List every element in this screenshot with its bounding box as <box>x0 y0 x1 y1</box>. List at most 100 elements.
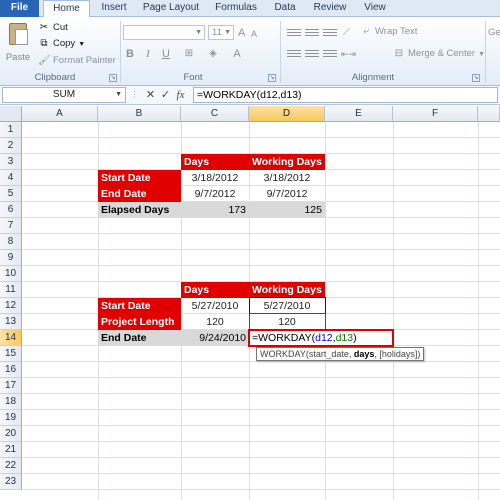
reference-range-d13 <box>249 313 326 330</box>
column-header-c[interactable]: C <box>181 106 249 122</box>
cell-c5[interactable]: 9/7/2012 <box>181 186 249 202</box>
column-header-e[interactable]: E <box>325 106 393 122</box>
row-header[interactable]: 12 <box>0 298 22 314</box>
enter-icon[interactable]: ✓ <box>159 88 172 102</box>
merge-center-button[interactable]: ⊟ Merge & Center ▼ <box>393 47 485 61</box>
row-header[interactable]: 10 <box>0 266 22 282</box>
cell-d3[interactable]: Working Days <box>249 154 325 170</box>
row-header[interactable]: 13 <box>0 314 22 330</box>
cell-d6[interactable]: 125 <box>249 202 325 218</box>
formula-input[interactable]: =WORKDAY(d12,d13) <box>193 87 498 103</box>
gridline <box>22 137 500 138</box>
italic-button[interactable]: I <box>141 47 155 61</box>
number-format-box[interactable]: Ge <box>488 26 500 40</box>
alignment-launcher-icon[interactable]: ↘ <box>472 74 480 82</box>
font-color-icon[interactable]: A <box>230 47 244 61</box>
cut-button[interactable]: ✂ Cut <box>38 21 68 35</box>
row-header[interactable]: 4 <box>0 170 22 186</box>
cell-b13[interactable]: Project Length <box>98 314 181 330</box>
cell-d4[interactable]: 3/18/2012 <box>249 170 325 186</box>
font-size-box[interactable]: 11 ▼ <box>208 25 234 40</box>
row-header[interactable]: 18 <box>0 394 22 410</box>
copy-button[interactable]: ⧉ Copy ▼ <box>38 37 85 51</box>
insert-function-icon[interactable]: fx <box>174 88 187 102</box>
underline-button[interactable]: U <box>159 47 173 61</box>
font-name-box[interactable]: ▼ <box>123 25 205 40</box>
row-header[interactable]: 23 <box>0 474 22 490</box>
cell-b6[interactable]: Elapsed Days <box>98 202 181 218</box>
cell-c6[interactable]: 173 <box>181 202 249 218</box>
cell-c14[interactable]: 9/24/2010 <box>181 330 249 346</box>
row-header[interactable]: 21 <box>0 442 22 458</box>
align-middle-icon[interactable] <box>305 27 319 39</box>
column-header-b[interactable]: B <box>98 106 181 122</box>
clipboard-launcher-icon[interactable]: ↘ <box>109 74 117 82</box>
align-top-icon[interactable] <box>287 27 301 39</box>
row-header[interactable]: 22 <box>0 458 22 474</box>
paste-button[interactable]: Paste <box>3 21 33 69</box>
font-launcher-icon[interactable]: ↘ <box>268 74 276 82</box>
active-cell-editor[interactable]: =WORKDAY(d12,d13) <box>248 329 394 347</box>
resize-handle-icon[interactable]: ⋮ <box>128 88 141 102</box>
select-all-corner[interactable] <box>0 106 22 122</box>
formula-bar: SUM ▼ ⋮ ✕ ✓ fx =WORKDAY(d12,d13) <box>0 86 500 105</box>
tab-home[interactable]: Home <box>43 0 90 18</box>
row-header[interactable]: 5 <box>0 186 22 202</box>
row-header[interactable]: 8 <box>0 234 22 250</box>
row-header[interactable]: 2 <box>0 138 22 154</box>
tab-file[interactable]: File <box>0 0 39 17</box>
align-right-icon[interactable] <box>323 48 337 60</box>
wrap-text-button[interactable]: ⤶ Wrap Text <box>360 25 417 39</box>
cell-c3[interactable]: Days <box>181 154 249 170</box>
cell-c13[interactable]: 120 <box>181 314 249 330</box>
align-bottom-icon[interactable] <box>323 27 337 39</box>
orientation-icon[interactable]: ⟋ <box>343 26 350 40</box>
align-center-icon[interactable] <box>305 48 319 60</box>
column-header-d[interactable]: D <box>249 106 325 122</box>
tab-review[interactable]: Review <box>308 0 352 17</box>
tab-view[interactable]: View <box>358 0 392 17</box>
align-left-icon[interactable] <box>287 48 301 60</box>
cell-d5[interactable]: 9/7/2012 <box>249 186 325 202</box>
bold-button[interactable]: B <box>123 47 137 61</box>
borders-icon[interactable]: ⊞ <box>182 47 196 61</box>
cell-b5[interactable]: End Date <box>98 186 181 202</box>
row-header[interactable]: 16 <box>0 362 22 378</box>
fill-color-icon[interactable]: ◈ <box>206 47 220 61</box>
cell-d11[interactable]: Working Days <box>249 282 325 298</box>
row-header[interactable]: 20 <box>0 426 22 442</box>
tab-page-layout[interactable]: Page Layout <box>138 0 204 17</box>
cell-c11[interactable]: Days <box>181 282 249 298</box>
row-header[interactable]: 11 <box>0 282 22 298</box>
grow-font-button[interactable]: A <box>238 26 245 40</box>
cancel-icon[interactable]: ✕ <box>144 88 157 102</box>
name-box[interactable]: SUM ▼ <box>2 87 126 103</box>
spreadsheet-grid[interactable]: A B C D E F 1 2 3 4 5 6 7 8 9 10 11 12 1… <box>0 106 500 500</box>
row-header[interactable]: 1 <box>0 122 22 138</box>
ribbon-tab-bar: File Home Insert Page Layout Formulas Da… <box>0 0 500 18</box>
row-header[interactable]: 14 <box>0 330 22 346</box>
cell-b12[interactable]: Start Date <box>98 298 181 314</box>
cell-c4[interactable]: 3/18/2012 <box>181 170 249 186</box>
format-painter-button[interactable]: 🖌 Format Painter <box>38 54 116 68</box>
row-header[interactable]: 7 <box>0 218 22 234</box>
tab-data[interactable]: Data <box>268 0 302 17</box>
column-header-a[interactable]: A <box>22 106 98 122</box>
row-header[interactable]: 15 <box>0 346 22 362</box>
row-header[interactable]: 9 <box>0 250 22 266</box>
cell-b14[interactable]: End Date <box>98 330 181 346</box>
column-header-f[interactable]: F <box>393 106 478 122</box>
group-divider <box>280 21 281 83</box>
row-header[interactable]: 19 <box>0 410 22 426</box>
cell-b4[interactable]: Start Date <box>98 170 181 186</box>
shrink-font-button[interactable]: A <box>251 27 257 41</box>
tab-formulas[interactable]: Formulas <box>210 0 262 17</box>
wrap-text-icon: ⤶ <box>363 26 369 37</box>
indent-icon[interactable]: ⇤⇥ <box>341 47 356 61</box>
cell-c12[interactable]: 5/27/2010 <box>181 298 249 314</box>
column-header-g[interactable] <box>478 106 500 122</box>
row-header[interactable]: 6 <box>0 202 22 218</box>
row-header[interactable]: 3 <box>0 154 22 170</box>
row-header[interactable]: 17 <box>0 378 22 394</box>
tab-insert[interactable]: Insert <box>94 0 134 17</box>
